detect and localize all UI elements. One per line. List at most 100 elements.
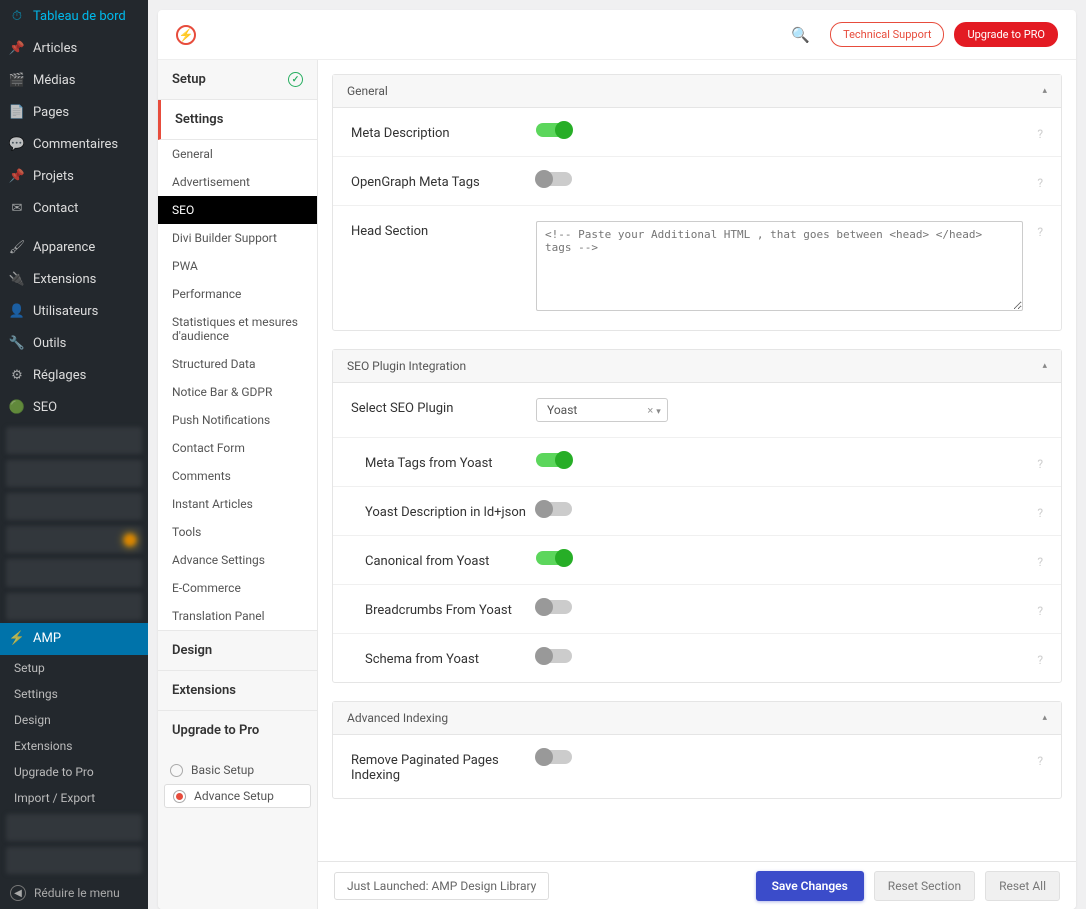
help-icon[interactable]: ? — [1023, 123, 1043, 141]
radio-icon — [173, 790, 186, 803]
menu-articles[interactable]: 📌Articles — [0, 32, 148, 64]
label-yoast-desc: Yoast Description in ld+json — [351, 502, 536, 520]
help-icon[interactable]: ? — [1023, 502, 1043, 520]
help-icon[interactable]: ? — [1023, 600, 1043, 618]
toggle-meta-tags-yoast[interactable] — [536, 453, 572, 467]
nav-sub-performance[interactable]: Performance — [158, 280, 317, 308]
menu-pages[interactable]: 📄Pages — [0, 96, 148, 128]
blurred-item — [6, 493, 142, 520]
radio-advance-setup[interactable]: Advance Setup — [164, 784, 311, 808]
head-section-textarea[interactable] — [536, 221, 1023, 311]
menu-comments[interactable]: 💬Commentaires — [0, 128, 148, 160]
mail-icon: ✉ — [8, 199, 26, 217]
submenu-import-export[interactable]: Import / Export — [0, 785, 148, 811]
help-icon[interactable]: ? — [1023, 453, 1043, 471]
menu-media[interactable]: 🎬Médias — [0, 64, 148, 96]
nav-settings[interactable]: Settings — [158, 100, 317, 140]
technical-support-button[interactable]: Technical Support — [830, 22, 944, 47]
nav-setup[interactable]: Setup ✓ — [158, 60, 317, 100]
menu-projects[interactable]: 📌Projets — [0, 160, 148, 192]
plugin-icon: 🔌 — [8, 271, 26, 289]
nav-sub-tools[interactable]: Tools — [158, 518, 317, 546]
nav-sub-push[interactable]: Push Notifications — [158, 406, 317, 434]
help-icon[interactable]: ? — [1023, 551, 1043, 569]
help-icon[interactable]: ? — [1023, 221, 1043, 239]
toggle-opengraph[interactable] — [536, 172, 572, 186]
chevron-down-icon: ▾ — [656, 407, 661, 417]
help-icon[interactable]: ? — [1023, 649, 1043, 667]
menu-extensions[interactable]: 🔌Extensions — [0, 264, 148, 296]
pin-icon: 📌 — [8, 167, 26, 185]
nav-sub-advance[interactable]: Advance Settings — [158, 546, 317, 574]
help-icon[interactable]: ? — [1023, 172, 1043, 190]
search-icon[interactable]: 🔍 — [791, 26, 810, 44]
collapse-triangle-icon: ▴ — [1042, 361, 1047, 371]
radio-basic-setup[interactable]: Basic Setup — [158, 758, 317, 782]
help-icon[interactable]: ? — [1023, 750, 1043, 768]
toggle-meta-description[interactable] — [536, 123, 572, 137]
section-header-general[interactable]: General▴ — [333, 75, 1061, 108]
section-header-advanced[interactable]: Advanced Indexing▴ — [333, 702, 1061, 735]
toggle-schema-yoast[interactable] — [536, 649, 572, 663]
nav-sub-stats[interactable]: Statistiques et mesures d'audience — [158, 308, 317, 350]
nav-sub-seo[interactable]: SEO — [158, 196, 317, 224]
blurred-item — [6, 460, 142, 487]
submenu-extensions[interactable]: Extensions — [0, 733, 148, 759]
clear-icon[interactable]: × — [647, 404, 653, 417]
save-changes-button[interactable]: Save Changes — [756, 871, 864, 901]
check-circle-icon: ✓ — [288, 72, 303, 87]
nav-sub-general[interactable]: General — [158, 140, 317, 168]
nav-design[interactable]: Design — [158, 630, 317, 670]
label-opengraph: OpenGraph Meta Tags — [351, 172, 536, 190]
nav-sub-comments[interactable]: Comments — [158, 462, 317, 490]
menu-settings[interactable]: ⚙Réglages — [0, 360, 148, 392]
menu-amp[interactable]: ⚡AMP — [0, 623, 148, 655]
menu-appearance[interactable]: 🖌Apparence — [0, 232, 148, 264]
toggle-yoast-desc[interactable] — [536, 502, 572, 516]
upgrade-pro-button[interactable]: Upgrade to PRO — [954, 22, 1058, 47]
select-seo-plugin[interactable]: Yoast × ▾ — [536, 398, 668, 422]
wrench-icon: 🔧 — [8, 335, 26, 353]
nav-extensions[interactable]: Extensions — [158, 670, 317, 710]
nav-sub-notice[interactable]: Notice Bar & GDPR — [158, 378, 317, 406]
menu-users[interactable]: 👤Utilisateurs — [0, 296, 148, 328]
toggle-breadcrumbs-yoast[interactable] — [536, 600, 572, 614]
sliders-icon: ⚙ — [8, 367, 26, 385]
submenu-upgrade[interactable]: Upgrade to Pro — [0, 759, 148, 785]
nav-sub-divi[interactable]: Divi Builder Support — [158, 224, 317, 252]
footer-bar: Just Launched: AMP Design Library Save C… — [318, 861, 1076, 909]
nav-sub-contact[interactable]: Contact Form — [158, 434, 317, 462]
launch-badge[interactable]: Just Launched: AMP Design Library — [334, 872, 549, 900]
blurred-item — [6, 814, 142, 841]
wp-admin-sidebar: ⏱Tableau de bord 📌Articles 🎬Médias 📄Page… — [0, 0, 148, 909]
label-meta-tags-yoast: Meta Tags from Yoast — [351, 453, 536, 471]
section-header-seo-plugin[interactable]: SEO Plugin Integration▴ — [333, 350, 1061, 383]
menu-contact[interactable]: ✉Contact — [0, 192, 148, 224]
toggle-remove-paginated[interactable] — [536, 750, 572, 764]
nav-sub-instant[interactable]: Instant Articles — [158, 490, 317, 518]
label-meta-description: Meta Description — [351, 123, 536, 141]
nav-upgrade[interactable]: Upgrade to Pro — [158, 710, 317, 750]
submenu-settings[interactable]: Settings — [0, 681, 148, 707]
menu-seo[interactable]: 🟢SEO — [0, 392, 148, 424]
comment-icon: 💬 — [8, 135, 26, 153]
section-seo-plugin: SEO Plugin Integration▴ Select SEO Plugi… — [332, 349, 1062, 683]
dashboard-icon: ⏱ — [8, 7, 26, 25]
collapse-menu[interactable]: ◀Réduire le menu — [0, 877, 148, 909]
nav-sub-translation[interactable]: Translation Panel — [158, 602, 317, 630]
blurred-item — [6, 593, 142, 620]
nav-sub-advertisement[interactable]: Advertisement — [158, 168, 317, 196]
nav-sub-ecommerce[interactable]: E-Commerce — [158, 574, 317, 602]
menu-dashboard[interactable]: ⏱Tableau de bord — [0, 0, 148, 32]
collapse-triangle-icon: ▴ — [1042, 713, 1047, 723]
toggle-canonical-yoast[interactable] — [536, 551, 572, 565]
submenu-design[interactable]: Design — [0, 707, 148, 733]
brush-icon: 🖌 — [8, 239, 26, 257]
menu-tools[interactable]: 🔧Outils — [0, 328, 148, 360]
section-advanced-indexing: Advanced Indexing▴ Remove Paginated Page… — [332, 701, 1062, 799]
nav-sub-pwa[interactable]: PWA — [158, 252, 317, 280]
submenu-setup[interactable]: Setup — [0, 655, 148, 681]
reset-all-button[interactable]: Reset All — [985, 871, 1060, 901]
nav-sub-structured[interactable]: Structured Data — [158, 350, 317, 378]
reset-section-button[interactable]: Reset Section — [874, 871, 975, 901]
